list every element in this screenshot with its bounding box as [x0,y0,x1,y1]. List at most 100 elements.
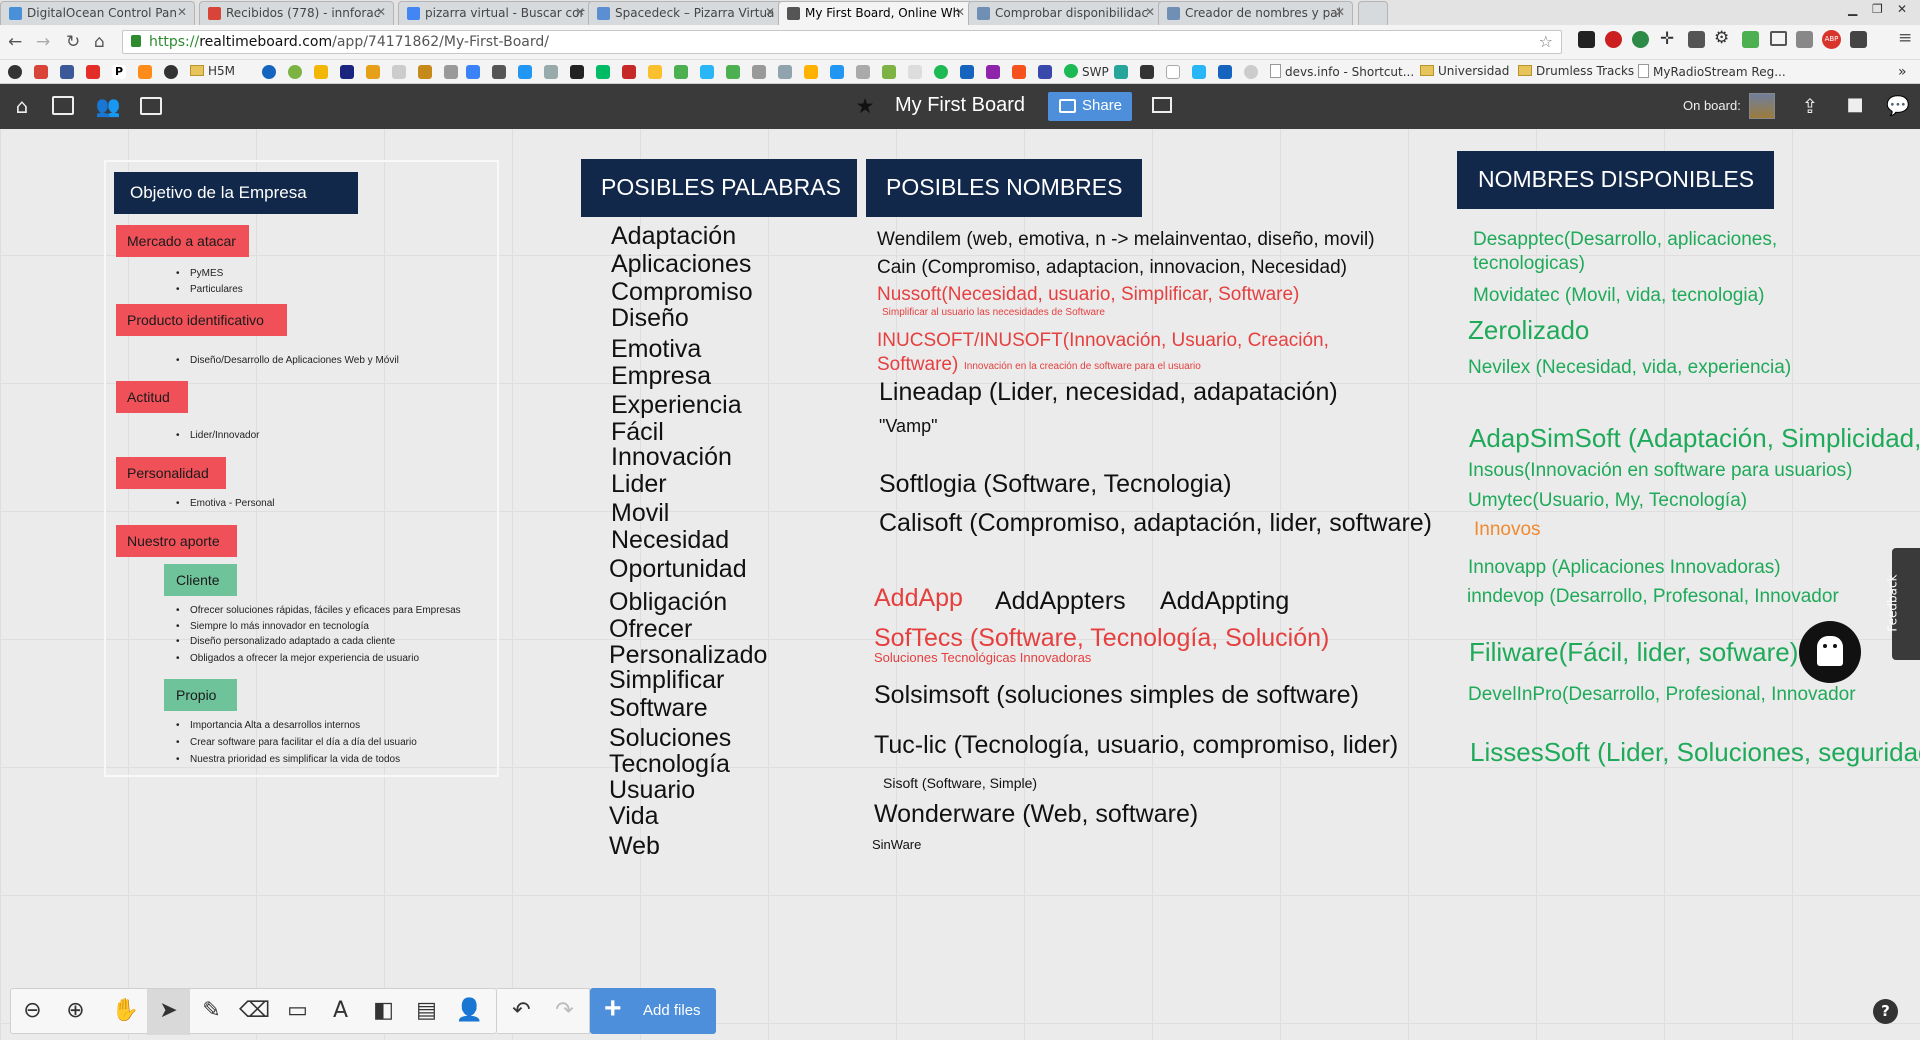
palabras-header[interactable]: POSIBLES PALABRAS [581,159,857,217]
blogger-icon[interactable] [1012,65,1026,79]
export-icon[interactable]: ⇪ [1797,94,1823,118]
bookmark-icon[interactable] [262,65,276,79]
available-name[interactable]: Desapptec(Desarrollo, aplicaciones, [1473,229,1777,251]
bookmark-icon[interactable] [1192,65,1206,79]
bookmark-icon[interactable] [960,65,974,79]
extension-icon[interactable] [1796,31,1813,48]
bookmark-folder[interactable]: Universidad [1420,64,1509,78]
boards-icon[interactable] [140,97,162,115]
back-arrow-icon[interactable]: ← [8,32,22,52]
feedback-tab[interactable]: Feedback [1886,548,1920,660]
bookmark-icon[interactable] [1038,65,1052,79]
name-note[interactable]: Wonderware (Web, software) [874,800,1198,829]
name-note[interactable]: Cain (Compromiso, adaptacion, innovacion… [877,257,1347,279]
cast-icon[interactable] [1770,31,1787,46]
available-name[interactable]: inndevop (Desarrollo, Profesonal, Innova… [1467,586,1839,608]
close-icon[interactable]: ✕ [177,5,187,19]
video-icon[interactable]: ■ [1842,94,1868,118]
info-icon[interactable] [1244,65,1258,79]
bookmark-icon[interactable] [492,65,506,79]
extension-icon[interactable] [1632,31,1649,48]
name-note[interactable]: AddAppting [1160,587,1289,616]
browser-tab[interactable]: pizarra virtual - Buscar cor ✕ [398,1,593,25]
bookmark-icon[interactable] [466,65,480,79]
bookmark-icon[interactable] [164,65,178,79]
section-personalidad[interactable]: Personalidad [116,457,226,489]
reload-icon[interactable]: ↻ [66,32,80,52]
extension-icon[interactable] [1578,31,1595,48]
bookmark-swp[interactable]: SWP [1064,64,1109,79]
bookmark-icon[interactable] [778,65,792,79]
user-icon[interactable]: 👤 [448,989,491,1035]
adblock-icon[interactable]: ABP [1822,30,1841,49]
close-icon[interactable]: ✕ [955,5,965,19]
available-name[interactable]: Filiware(Fácil, lider, sofware) [1469,637,1798,668]
bookmark-icon[interactable] [986,65,1000,79]
comment-icon[interactable]: ▤ [405,989,448,1035]
available-name[interactable]: Innovos [1474,519,1541,541]
name-note[interactable]: Software) [877,354,958,376]
bookmark-icon[interactable] [700,65,714,79]
avatar[interactable] [1749,93,1775,119]
extension-icon[interactable] [1688,31,1705,48]
crosshair-icon[interactable]: ✛ [1660,29,1674,49]
close-icon[interactable]: ✕ [765,5,775,19]
browser-tab[interactable]: Creador de nombres y pal ✕ [1158,1,1353,25]
close-icon[interactable]: ✕ [376,5,386,19]
home-icon[interactable]: ⌂ [94,32,105,52]
hand-icon[interactable]: ✋ [104,989,147,1035]
name-note[interactable]: INUCSOFT/INUSOFT(Innovación, Usuario, Cr… [877,330,1329,352]
bookmark-icon[interactable] [340,65,354,79]
browser-tab[interactable]: Recibidos (778) - innforac ✕ [199,1,394,25]
objective-title[interactable]: Objetivo de la Empresa [114,172,358,214]
users-icon[interactable]: 👥 [95,94,121,118]
name-note[interactable]: AddAppters [995,587,1126,616]
bookmark-icon[interactable] [544,65,558,79]
name-note[interactable]: Lineadap (Lider, necesidad, adapatación) [879,378,1338,407]
bookmark-icon[interactable] [1114,65,1128,79]
available-name[interactable]: DevelInPro(Desarrollo, Profesional, Inno… [1468,684,1856,706]
section-mercado[interactable]: Mercado a atacar [116,225,249,257]
bookmark-icon[interactable] [726,65,740,79]
disponibles-header[interactable]: NOMBRES DISPONIBLES [1457,151,1774,209]
pen-icon[interactable]: ✎ [190,989,233,1035]
browser-tab[interactable]: Spacedeck – Pizarra Virtua ✕ [588,1,783,25]
star-icon[interactable]: ★ [852,94,878,118]
sidebar-icon[interactable] [52,96,74,115]
subsection-cliente[interactable]: Cliente [164,564,237,596]
redo-icon[interactable]: ↷ [543,989,586,1035]
window-close-icon[interactable]: ✕ [1897,2,1907,16]
close-icon[interactable]: ✕ [1335,5,1345,19]
forward-arrow-icon[interactable]: → [36,32,50,52]
bookmark-icon[interactable] [288,65,302,79]
section-aporte[interactable]: Nuestro aporte [116,525,237,557]
bookmark-icon[interactable] [138,65,152,79]
available-name[interactable]: Umytec(Usuario, My, Tecnología) [1468,490,1747,512]
text-icon[interactable]: A [319,989,362,1035]
board-title[interactable]: My First Board [895,94,1025,117]
more-bookmarks-icon[interactable]: » [1898,64,1907,80]
name-note[interactable]: AddApp [874,584,963,613]
browser-tab[interactable]: Comprobar disponibilidac ✕ [968,1,1163,25]
available-name[interactable]: LissesSoft (Lider, Soluciones, seguridad… [1470,737,1920,768]
presentation-icon[interactable] [1152,97,1172,113]
gear-icon[interactable]: ⚙ [1714,28,1729,48]
bookmark-icon[interactable] [882,65,896,79]
bookmark-icon[interactable] [674,65,688,79]
share-button[interactable]: Share [1048,92,1132,121]
browser-tab[interactable]: DigitalOcean Control Pan ✕ [0,1,195,25]
restore-icon[interactable]: ❐ [1872,2,1883,16]
available-name[interactable]: Nevilex (Necesidad, vida, experiencia) [1468,357,1791,379]
youtube-icon[interactable] [86,65,100,79]
bookmark-icon[interactable] [830,65,844,79]
section-producto[interactable]: Producto identificativo [116,304,287,336]
name-note[interactable]: Calisoft (Compromiso, adaptación, lider,… [879,509,1432,538]
name-note[interactable]: SofTecs (Software, Tecnología, Solución) [874,624,1329,653]
chat-icon[interactable]: 💬 [1885,94,1911,118]
available-name[interactable]: Zerolizado [1468,315,1589,346]
bookmark-icon[interactable] [366,65,380,79]
bookmark-icon[interactable] [804,65,818,79]
star-icon[interactable]: ☆ [1539,32,1553,51]
bookmark-icon[interactable] [444,65,458,79]
name-note[interactable]: Solsimsoft (soluciones simples de softwa… [874,681,1359,710]
